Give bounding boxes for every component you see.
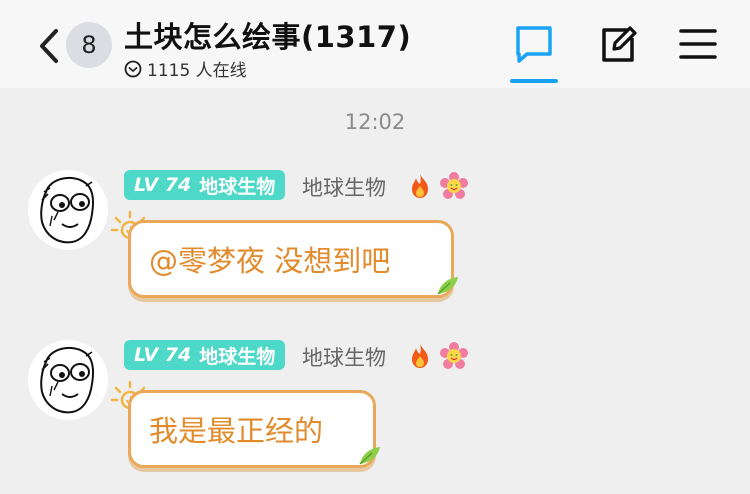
rage-face-avatar-icon <box>29 341 107 419</box>
leaf-decoration-icon <box>437 277 458 295</box>
flower-emoji-icon <box>440 342 468 369</box>
leaf-decoration-icon <box>359 447 380 465</box>
user-avatar[interactable] <box>28 340 108 420</box>
badge-label: 地球生物 <box>199 175 276 198</box>
online-status-icon <box>124 60 142 77</box>
fire-icon <box>412 344 428 368</box>
menu-button[interactable] <box>676 22 720 66</box>
unread-count-badge[interactable]: 8 <box>66 22 112 68</box>
active-tab-indicator <box>510 79 558 83</box>
online-count: 1115 人在线 <box>147 61 247 81</box>
username[interactable]: 地球生物 <box>302 342 386 372</box>
badge-label: 地球生物 <box>199 345 276 368</box>
user-level: LV 74 <box>134 174 192 196</box>
group-title: 土块怎么绘事(1317) <box>124 20 412 54</box>
username[interactable]: 地球生物 <box>302 172 386 202</box>
user-avatar[interactable] <box>28 170 108 250</box>
flower-emoji-icon <box>440 172 468 199</box>
chat-message: LV 74 地球生物 地球生物 @零梦夜 没想到吧 <box>0 170 750 320</box>
chevron-left-icon <box>40 29 58 63</box>
rage-face-avatar-icon <box>29 171 107 249</box>
chat-tab-button[interactable] <box>512 22 556 66</box>
back-button[interactable] <box>34 26 64 66</box>
hamburger-menu-icon <box>679 29 717 59</box>
message-bubble[interactable]: @零梦夜 没想到吧 <box>128 220 454 298</box>
user-level: LV 74 <box>134 344 192 366</box>
fire-icon <box>412 174 428 198</box>
message-timestamp: 12:02 <box>344 110 406 134</box>
chat-message: LV 74 地球生物 地球生物 我是最正经的 <box>0 340 750 490</box>
edit-icon <box>602 26 637 62</box>
chat-header: 8 土块怎么绘事(1317) 1115 人在线 <box>0 0 750 88</box>
user-level-badge: LV 74 地球生物 <box>124 340 286 370</box>
chat-bubble-icon <box>516 26 552 63</box>
edit-button[interactable] <box>596 22 640 66</box>
online-status: 1115 人在线 <box>124 56 247 81</box>
user-level-badge: LV 74 地球生物 <box>124 170 286 200</box>
message-bubble[interactable]: 我是最正经的 <box>128 390 376 468</box>
